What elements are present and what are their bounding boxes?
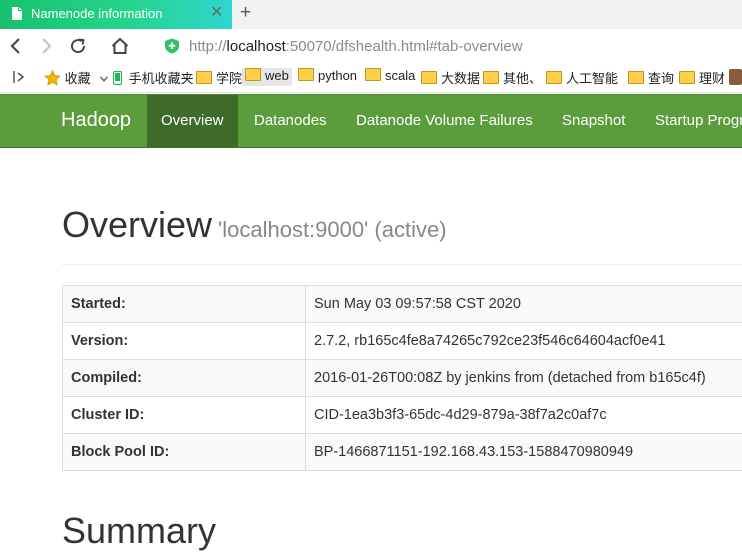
bookmark-folder-xueyuan[interactable]: 学院 (196, 68, 242, 86)
bookmark-label: 手机收藏夹 (128, 71, 194, 86)
folder-icon (679, 71, 695, 84)
bookmark-favicon[interactable] (729, 69, 742, 85)
bookmark-label: 其他、 (503, 71, 543, 86)
bookmark-label: scala (385, 68, 416, 83)
shield-icon (165, 38, 179, 54)
bookmark-label: 查询 (648, 71, 675, 86)
bookmark-folder-query[interactable]: 查询 (628, 68, 674, 86)
bookmarks-bar: 收藏 手机收藏夹 学院 web python scala 大数据 其他、 人工智… (0, 62, 742, 93)
row-value: 2.7.2, rb165c4fe8a74265c792ce23f546c6460… (305, 322, 742, 360)
bookmark-folder-ai[interactable]: 人工智能 (546, 68, 618, 86)
table-row: Cluster ID: CID-1ea3b3f3-65dc-4d29-879a-3… (62, 396, 742, 434)
new-tab-icon[interactable]: + (240, 3, 251, 23)
page-title: Overview (62, 204, 213, 245)
table-row: Version: 2.7.2, rb165c4fe8a74265c792ce23f… (62, 322, 742, 360)
table-row: Compiled: 2016-01-26T00:08Z by jenkins fr… (62, 359, 742, 397)
collapse-panel-icon[interactable] (12, 70, 26, 84)
row-value: Sun May 03 09:57:58 CST 2020 (305, 285, 742, 323)
folder-icon (298, 68, 314, 81)
hadoop-navbar: Hadoop Overview Datanodes Datanode Volum… (0, 94, 742, 148)
folder-icon (421, 71, 437, 84)
row-value: 2016-01-26T00:08Z by jenkins from (detac… (305, 359, 742, 397)
browser-tab[interactable]: Namenode information ✕ (0, 0, 232, 29)
bookmark-label: 人工智能 (566, 71, 619, 86)
bookmark-folder-other[interactable]: 其他、 (483, 68, 542, 86)
nav-datanode-volume-failures[interactable]: Datanode Volume Failures (356, 95, 533, 147)
row-key: Compiled: (62, 359, 306, 397)
bookmark-folder-finance[interactable]: 理财 (679, 68, 725, 86)
close-tab-icon[interactable]: ✕ (210, 5, 223, 21)
bookmark-label: python (318, 68, 358, 83)
folder-icon (546, 71, 562, 84)
navigation-bar: http://localhost:50070/dfshealth.html#ta… (0, 29, 742, 62)
nav-startup-progress[interactable]: Startup Progress (655, 95, 742, 147)
folder-icon (365, 68, 381, 81)
row-key: Version: (62, 322, 306, 360)
bookmark-mobile-favorites[interactable]: 手机收藏夹 (112, 68, 194, 86)
row-key: Block Pool ID: (62, 433, 306, 471)
table-row: Started: Sun May 03 09:57:58 CST 2020 (62, 285, 742, 323)
document-icon (12, 7, 22, 20)
overview-table: Started: Sun May 03 09:57:58 CST 2020 Ver… (62, 285, 742, 471)
folder-icon (628, 71, 644, 84)
reload-icon[interactable] (68, 36, 88, 56)
row-value: BP-1466871151-192.168.43.153-15884709809… (305, 433, 742, 471)
namenode-address: 'localhost:9000' (active) (218, 217, 447, 242)
nav-snapshot[interactable]: Snapshot (562, 95, 625, 147)
back-icon[interactable] (6, 36, 26, 56)
phone-icon (112, 70, 123, 86)
bookmark-label: 学院 (216, 71, 243, 86)
forward-icon[interactable] (36, 36, 56, 56)
row-key: Cluster ID: (62, 396, 306, 434)
table-row: Block Pool ID: BP-1466871151-192.168.43.1… (62, 433, 742, 471)
folder-icon (483, 71, 499, 84)
bookmark-label: web (265, 68, 289, 83)
bookmark-folder-python[interactable]: python (298, 68, 357, 86)
summary-heading: Summary (62, 510, 217, 551)
chevron-down-icon (100, 76, 109, 82)
row-value: CID-1ea3b3f3-65dc-4d29-879a-38f7a2c0af7c (305, 396, 742, 434)
bookmark-folder-web[interactable]: web (242, 68, 292, 86)
bookmark-label: 理财 (699, 71, 726, 86)
star-icon (44, 69, 61, 86)
divider (62, 264, 742, 265)
address-bar[interactable]: http://localhost:50070/dfshealth.html#ta… (158, 32, 742, 60)
bookmark-favorites[interactable]: 收藏 (44, 68, 109, 86)
bookmark-folder-bigdata[interactable]: 大数据 (421, 68, 480, 86)
hadoop-brand[interactable]: Hadoop (61, 109, 131, 132)
folder-icon (196, 71, 212, 84)
bookmark-label: 收藏 (64, 71, 91, 86)
home-icon[interactable] (110, 36, 130, 56)
nav-overview[interactable]: Overview (147, 95, 238, 147)
tab-strip: Namenode information ✕ + (0, 0, 742, 29)
tab-title: Namenode information (31, 6, 163, 21)
folder-icon (245, 68, 261, 81)
bookmark-label: 大数据 (441, 71, 481, 86)
overview-heading: Overview'localhost:9000' (active) (62, 204, 447, 246)
row-key: Started: (62, 285, 306, 323)
url-text: http://localhost:50070/dfshealth.html#ta… (189, 38, 523, 55)
bookmark-folder-scala[interactable]: scala (365, 68, 415, 86)
nav-datanodes[interactable]: Datanodes (254, 95, 327, 147)
